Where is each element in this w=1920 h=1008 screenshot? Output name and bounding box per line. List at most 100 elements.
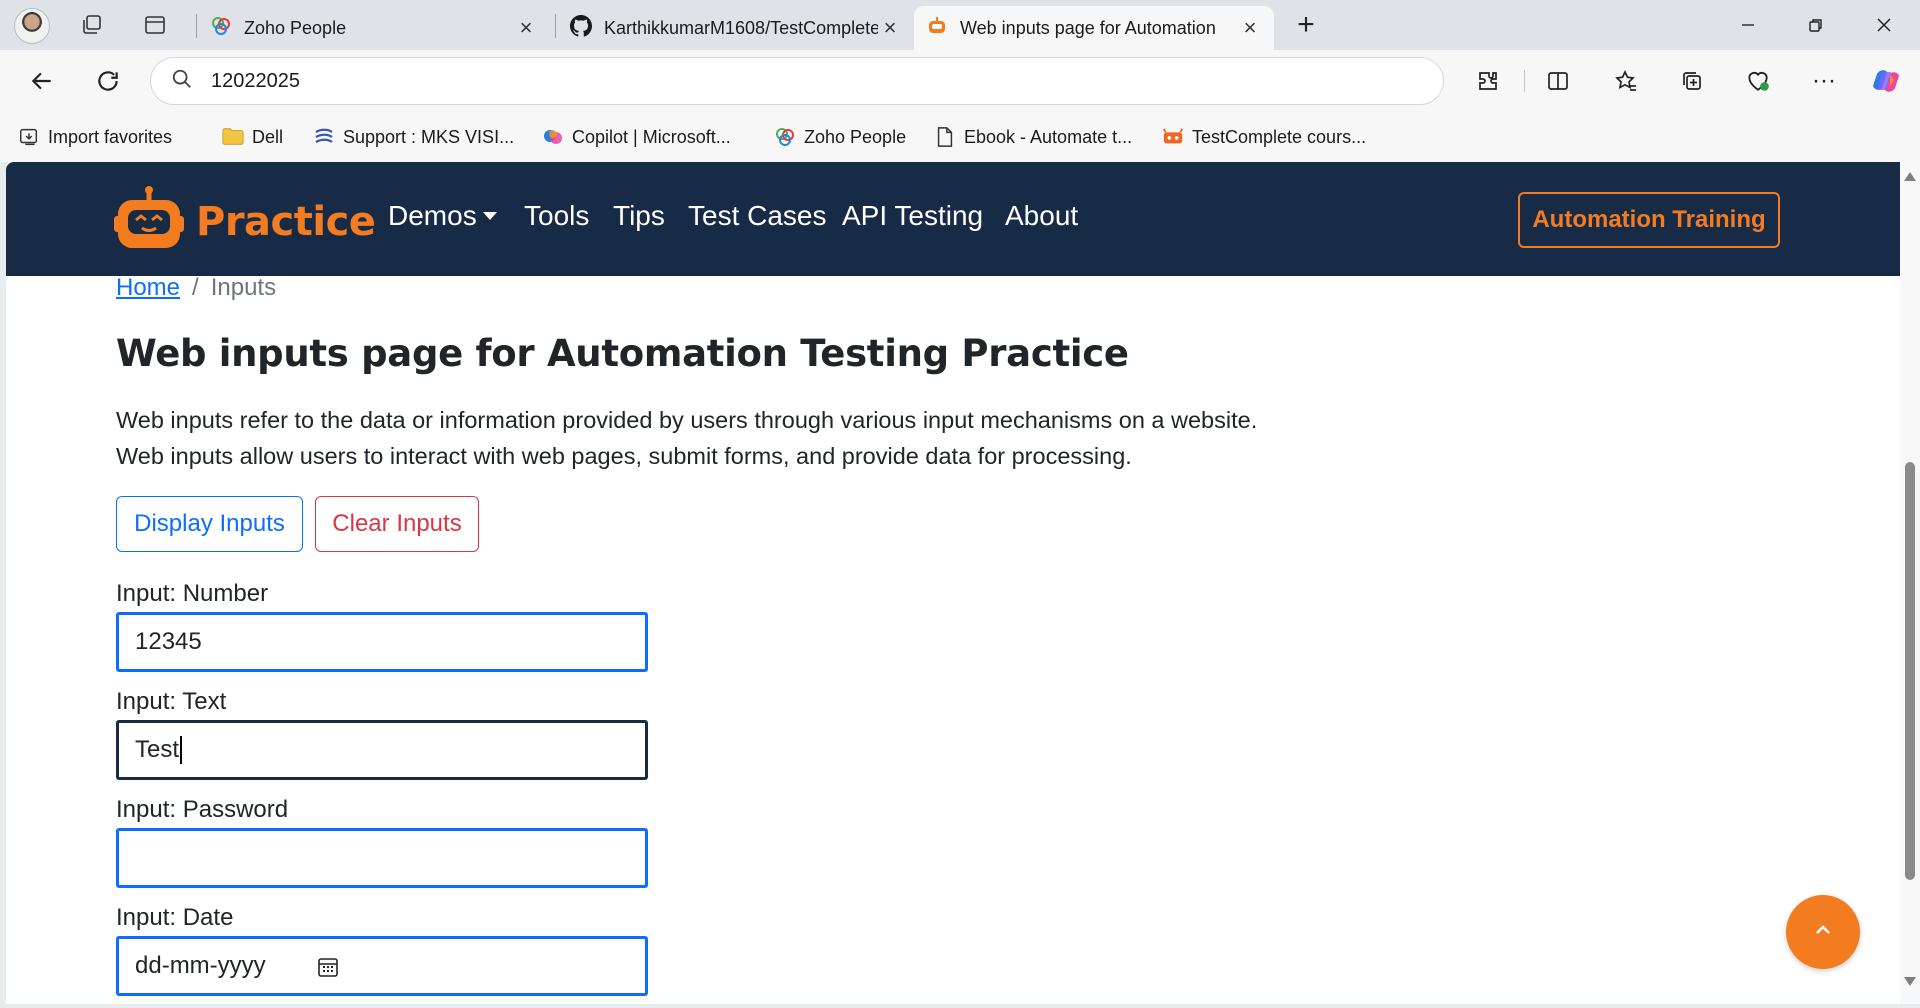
nav-api-testing[interactable]: API Testing — [842, 200, 983, 232]
fav-label: Ebook - Automate t... — [964, 126, 1133, 147]
tab-separator — [196, 14, 197, 38]
testcomplete-icon — [1162, 126, 1184, 148]
address-input[interactable] — [211, 69, 1311, 93]
github-icon — [570, 14, 593, 42]
fav-import-favorites[interactable]: Import favorites — [18, 122, 172, 152]
caret-down-icon — [482, 211, 497, 220]
tab-separator — [555, 14, 556, 38]
favorites-bar: Import favorites Dell Support : MKS VISI… — [0, 112, 1920, 162]
fav-zoho-people[interactable]: Zoho People — [774, 122, 906, 152]
nav-tools[interactable]: Tools — [524, 200, 589, 232]
fav-label: Copilot | Microsoft... — [572, 126, 731, 147]
breadcrumb-current: Inputs — [210, 274, 277, 301]
tab-web-inputs[interactable]: Web inputs page for Automation × — [914, 6, 1274, 50]
tab-title: Zoho People — [244, 17, 347, 38]
split-screen-icon[interactable] — [1540, 63, 1576, 99]
copilot-icon[interactable] — [1868, 63, 1904, 99]
text-input[interactable]: Test — [116, 720, 648, 780]
page-title: Web inputs page for Automation Testing P… — [116, 332, 1129, 375]
workspaces-icon[interactable] — [75, 9, 109, 41]
number-input[interactable]: 12345 — [116, 612, 648, 672]
close-window-icon[interactable] — [1861, 8, 1907, 42]
favorites-star-icon[interactable] — [1608, 63, 1644, 99]
zoho-icon — [210, 15, 232, 42]
fav-dell[interactable]: Dell — [222, 122, 283, 152]
date-placeholder: dd-mm-yyyy — [135, 952, 266, 979]
nav-tips[interactable]: Tips — [613, 200, 665, 232]
folder-icon — [222, 126, 244, 148]
page-viewport: Practice Demos Tools Tips Test Cases API… — [6, 162, 1920, 1004]
clear-inputs-button[interactable]: Clear Inputs — [315, 496, 479, 552]
zoho-icon — [774, 126, 796, 148]
brand-link[interactable]: Practice — [114, 186, 376, 257]
tab-title: Web inputs page for Automation — [960, 17, 1216, 38]
fav-label: Import favorites — [48, 126, 173, 147]
scroll-up-icon[interactable] — [1904, 172, 1916, 181]
mks-logo-icon — [313, 126, 335, 148]
number-label: Input: Number — [116, 580, 269, 607]
scroll-thumb[interactable] — [1905, 462, 1915, 880]
intro-line: Web inputs refer to the data or informat… — [116, 407, 1258, 433]
fav-label: Zoho People — [804, 126, 907, 147]
display-inputs-button[interactable]: Display Inputs — [116, 496, 303, 552]
nav-demos-label: Demos — [388, 200, 477, 231]
more-options-icon[interactable]: ··· — [1806, 63, 1842, 99]
nav-test-cases[interactable]: Test Cases — [688, 200, 827, 232]
text-value: Test — [135, 736, 180, 763]
close-icon[interactable]: × — [1238, 15, 1262, 41]
address-bar[interactable] — [150, 57, 1444, 105]
new-tab-icon[interactable]: + — [1289, 8, 1323, 41]
fav-ebook[interactable]: Ebook - Automate t... — [934, 122, 1132, 152]
practice-robot-icon — [926, 15, 948, 42]
import-icon — [18, 126, 40, 148]
back-to-top-button[interactable] — [1786, 895, 1860, 969]
restore-icon[interactable] — [1793, 8, 1839, 42]
fav-copilot[interactable]: Copilot | Microsoft... — [542, 122, 731, 152]
chevron-up-icon — [1811, 918, 1835, 947]
search-icon — [171, 68, 193, 95]
tab-title: KarthikkumarM1608/TestComplete — [604, 17, 878, 38]
fav-label: TestComplete cours... — [1192, 126, 1367, 147]
text-label: Input: Text — [116, 688, 227, 715]
profile-avatar[interactable] — [14, 8, 50, 44]
password-label: Input: Password — [116, 796, 289, 823]
close-icon[interactable]: × — [514, 15, 538, 41]
date-label: Input: Date — [116, 904, 234, 931]
page-icon — [934, 126, 956, 148]
browser-toolbar: ··· — [0, 50, 1920, 112]
collections-icon[interactable] — [1674, 63, 1710, 99]
refresh-icon[interactable] — [88, 61, 128, 101]
minimize-icon[interactable] — [1725, 8, 1771, 42]
toolbar-divider — [1524, 70, 1525, 92]
breadcrumb: Home / Inputs — [116, 274, 276, 302]
nav-demos[interactable]: Demos — [388, 200, 497, 232]
intro-paragraph: Web inputs refer to the data or informat… — [116, 402, 1416, 474]
breadcrumb-home-link[interactable]: Home — [116, 274, 180, 302]
brand-name: Practice — [196, 198, 376, 245]
breadcrumb-separator: / — [192, 274, 199, 301]
page-scrollbar[interactable] — [1900, 162, 1920, 1004]
back-icon[interactable] — [22, 61, 62, 101]
nav-about[interactable]: About — [1005, 200, 1078, 232]
fav-testcomplete[interactable]: TestComplete cours... — [1162, 122, 1366, 152]
scroll-down-icon[interactable] — [1904, 977, 1916, 986]
tab-zoho-people[interactable]: Zoho People × — [198, 6, 550, 50]
fav-label: Support : MKS VISI... — [343, 126, 515, 147]
browser-essentials-icon[interactable] — [1740, 63, 1776, 99]
calendar-icon[interactable] — [317, 956, 339, 978]
intro-line: Web inputs allow users to interact with … — [116, 443, 1132, 469]
automation-training-button[interactable]: Automation Training — [1518, 192, 1780, 248]
fav-support-mks[interactable]: Support : MKS VISI... — [313, 122, 514, 152]
number-value: 12345 — [135, 628, 202, 655]
practice-robot-logo-icon — [114, 186, 184, 257]
text-cursor — [180, 736, 183, 764]
vertical-tabs-icon[interactable] — [138, 9, 172, 41]
close-icon[interactable]: × — [878, 15, 902, 41]
extensions-icon[interactable] — [1470, 63, 1506, 99]
tab-strip: Zoho People × KarthikkumarM1608/TestComp… — [0, 0, 1920, 50]
tab-github[interactable]: KarthikkumarM1608/TestComplete × — [558, 6, 914, 50]
copilot-icon — [542, 126, 564, 148]
password-input[interactable] — [116, 828, 648, 888]
fav-label: Dell — [252, 126, 284, 147]
date-input[interactable]: dd-mm-yyyy — [116, 936, 648, 996]
